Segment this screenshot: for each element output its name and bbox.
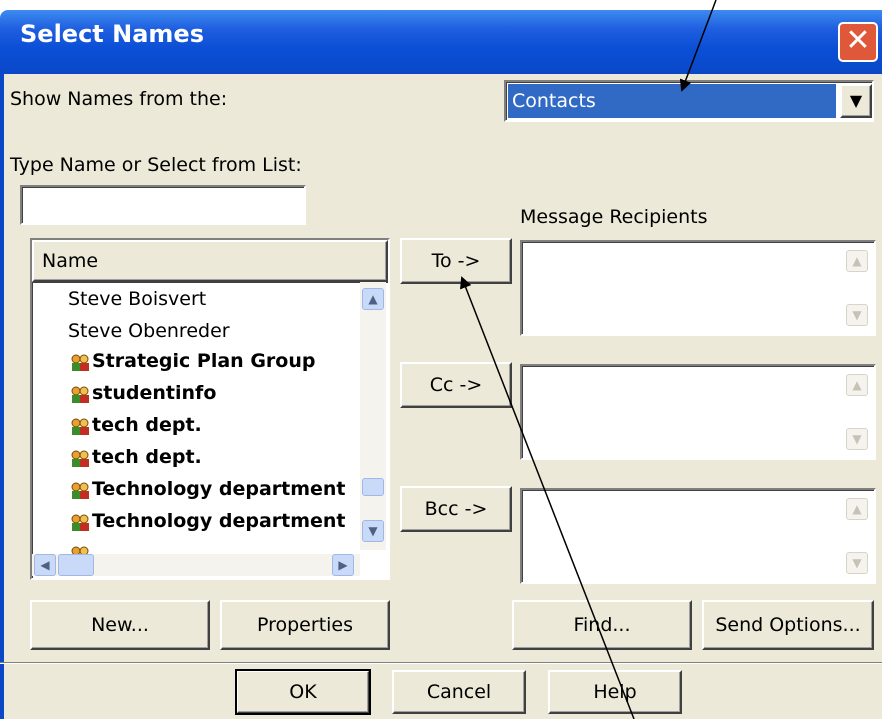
dropdown-arrow-icon[interactable]: ▼ [840,84,872,118]
group-people-icon [71,354,89,371]
to-recipients-field[interactable]: ▲ ▼ [520,240,876,336]
scroll-down-icon: ▼ [846,304,868,326]
list-item[interactable]: Steve Obenreder [68,320,230,342]
list-item[interactable]: tech dept. [92,446,202,468]
properties-button[interactable]: Properties [220,600,390,650]
scroll-left-icon[interactable]: ◀ [34,554,56,576]
bcc-recipients-field[interactable]: ▲ ▼ [520,488,876,584]
scroll-up-icon[interactable]: ▲ [362,288,384,310]
group-people-icon [71,386,89,403]
to-button[interactable]: To -> [400,238,512,284]
help-button[interactable]: Help [548,670,682,714]
names-list-header: Name [30,238,390,284]
group-people-icon [71,482,89,499]
show-names-label: Show Names from the: [10,88,228,110]
cancel-button[interactable]: Cancel [392,670,526,714]
group-people-icon [71,418,89,435]
address-book-selected-value: Contacts [508,84,836,118]
search-label: Type Name or Select from List: [10,154,302,176]
list-item[interactable]: studentinfo [92,382,216,404]
window-frame [0,74,4,719]
scroll-up-icon: ▲ [846,498,868,520]
select-names-dialog: Select Names ✕ Show Names from the: Cont… [0,0,882,719]
scroll-right-icon[interactable]: ▶ [332,554,354,576]
vertical-scrollbar[interactable]: ▲ ▼ [360,282,386,550]
list-item[interactable]: Steve Boisvert [68,288,206,310]
message-recipients-label: Message Recipients [520,206,708,228]
send-options-button[interactable]: Send Options... [702,600,874,650]
horizontal-scroll-thumb[interactable] [58,554,94,576]
group-people-icon [71,514,89,531]
list-item[interactable]: Technology department [92,478,346,500]
horizontal-scrollbar[interactable]: ◀ ▶ [32,554,360,576]
name-column-header[interactable]: Name [32,240,388,282]
search-input[interactable] [20,185,306,225]
find-button[interactable]: Find... [512,600,692,650]
scroll-down-icon: ▼ [846,552,868,574]
list-item[interactable]: Technology department [92,510,346,532]
address-book-select[interactable]: Contacts ▼ [504,80,874,122]
list-item[interactable]: Strategic Plan Group [92,350,315,372]
scroll-up-icon: ▲ [846,250,868,272]
ok-button[interactable]: OK [235,669,371,715]
scroll-down-icon: ▼ [846,428,868,450]
close-button[interactable]: ✕ [838,22,878,62]
new-button[interactable]: New... [30,600,210,650]
group-people-icon [71,450,89,467]
names-list[interactable]: Steve Boisvert Steve Obenreder Strategic… [30,282,390,580]
bcc-button[interactable]: Bcc -> [400,486,512,532]
scroll-up-icon: ▲ [846,374,868,396]
separator [0,662,882,664]
scroll-down-icon[interactable]: ▼ [362,520,384,542]
vertical-scroll-thumb[interactable] [362,478,384,496]
cc-recipients-field[interactable]: ▲ ▼ [520,364,876,460]
dialog-title: Select Names [20,20,204,48]
list-item[interactable]: tech dept. [92,414,202,436]
cc-button[interactable]: Cc -> [400,362,512,408]
